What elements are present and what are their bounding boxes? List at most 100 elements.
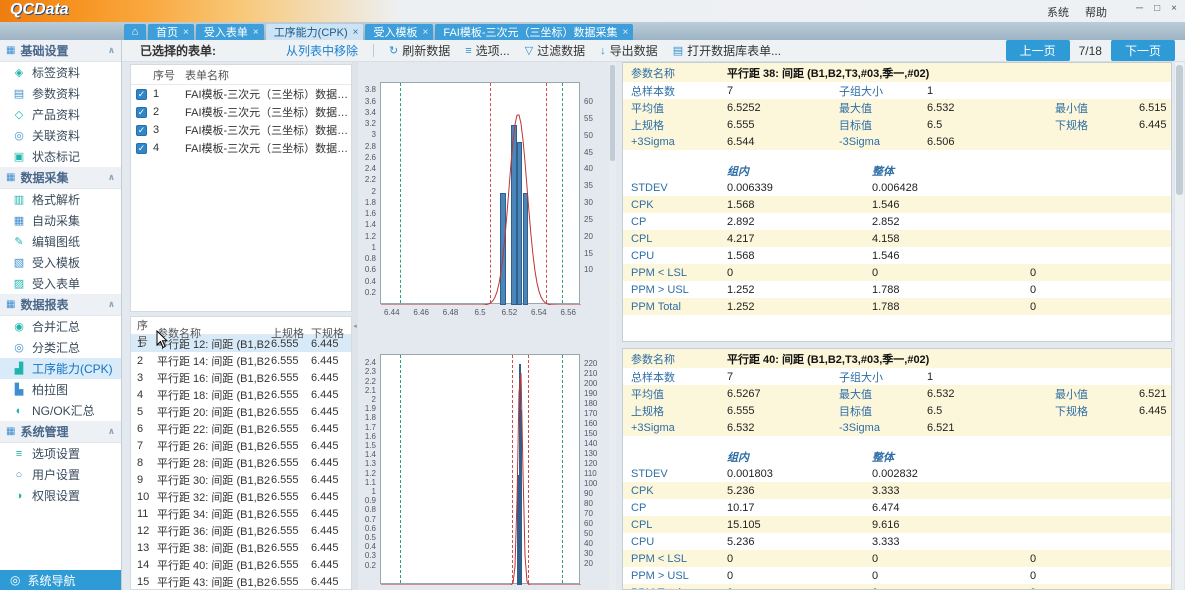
sidebar-item-status[interactable]: ▣状态标记 [0, 146, 121, 167]
stat-value-overall: 2.852 [872, 216, 1030, 228]
param-row[interactable]: 12平行距 36: 间距 (B1,B2,T3...6.5556.445 [131, 522, 351, 539]
sidebar-item-ngok[interactable]: ◐NG/OK汇总 [0, 400, 121, 421]
form-row[interactable]: ✓1FAI模板-三次元（三坐标）数据采集07061500 [131, 85, 351, 103]
sidebar-item-label: 工序能力(CPK) [32, 360, 113, 377]
form-row[interactable]: ✓2FAI模板-三次元（三坐标）数据采集07061440 [131, 103, 351, 121]
checkbox[interactable]: ✓ [136, 89, 147, 100]
sidebar-item-classify[interactable]: ◎分类汇总 [0, 337, 121, 358]
menu-system[interactable]: 系统 [1047, 4, 1069, 20]
sidebar-item-edit-drawing[interactable]: ✎编辑图纸 [0, 231, 121, 252]
param-row[interactable]: 14平行距 40: 间距 (B1,B2,T3...6.5556.445 [131, 556, 351, 573]
remove-from-list-link[interactable]: 从列表中移除 [286, 42, 358, 59]
param-row[interactable]: 2平行距 14: 间距 (B1,B2,T3...6.5556.445 [131, 352, 351, 369]
stat-label: 平均值 [631, 386, 727, 402]
toolbar-button-export[interactable]: ↓导出数据 [600, 42, 658, 59]
stats-row: PPM Total1.2521.7880 [623, 298, 1171, 315]
param-row[interactable]: 10平行距 32: 间距 (B1,B2,T3...6.5556.445 [131, 488, 351, 505]
y-axis-tick-left: 2.2 [362, 176, 376, 184]
toolbar-button-filter[interactable]: ▽过滤数据 [525, 42, 585, 59]
stat-value-within: 0.006339 [727, 182, 872, 194]
y-axis-tick-left: 3 [362, 131, 376, 139]
sidebar-item-merge[interactable]: ◉合并汇总 [0, 316, 121, 337]
collapse-icon[interactable]: ∧ [108, 45, 115, 56]
sidebar-item-product[interactable]: ◇产品资料 [0, 104, 121, 125]
open-database-icon: ▤ [673, 44, 683, 57]
sidebar-item-format[interactable]: ▥格式解析 [0, 189, 121, 210]
param-row[interactable]: 15平行距 43: 间距 (B1,B2,T3...6.5556.445 [131, 573, 351, 590]
toolbar-button-open-database[interactable]: ▤打开数据库表单... [673, 42, 781, 59]
collapse-icon[interactable]: ∧ [108, 426, 115, 437]
sidebar-item-form[interactable]: ▨受入表单 [0, 273, 121, 294]
param-row[interactable]: 6平行距 22: 间距 (B1,B2,T3...6.5556.445 [131, 420, 351, 437]
param-row[interactable]: 4平行距 18: 间距 (B1,B2,T3...6.5556.445 [131, 386, 351, 403]
sidebar-footer-label: 系统导航 [27, 572, 75, 589]
sidebar-item-template[interactable]: ▧受入模板 [0, 252, 121, 273]
menu-help[interactable]: 帮助 [1085, 4, 1107, 20]
template-icon: ▧ [13, 256, 25, 269]
tab-2[interactable]: 工序能力(CPK)× [266, 24, 364, 40]
form-row-name: FAI模板-三次元（三坐标）数据采集07061440 [185, 104, 351, 120]
refresh-icon: ↻ [389, 44, 398, 57]
sidebar-item-relation[interactable]: ◎关联资料 [0, 125, 121, 146]
next-page-button[interactable]: 下一页 [1111, 40, 1175, 61]
minimize-icon[interactable]: ─ [1136, 3, 1143, 14]
tab-close-icon[interactable]: × [353, 27, 359, 38]
param-row[interactable]: 13平行距 38: 间距 (B1,B2,T3...6.5556.445 [131, 539, 351, 556]
sidebar-item-permission[interactable]: ◑权限设置 [0, 485, 121, 506]
param-row[interactable]: 5平行距 20: 间距 (B1,B2,T3...6.5556.445 [131, 403, 351, 420]
sidebar-item-pareto[interactable]: ▙柏拉图 [0, 379, 121, 400]
stat-label: CPL [631, 233, 727, 245]
collapse-icon[interactable]: ∧ [108, 172, 115, 183]
param-row[interactable]: 9平行距 30: 间距 (B1,B2,T3...6.5556.445 [131, 471, 351, 488]
prev-page-button[interactable]: 上一页 [1006, 40, 1070, 61]
sidebar-section-header[interactable]: ▦基础设置∧ [0, 40, 121, 62]
checkbox[interactable]: ✓ [136, 125, 147, 136]
tab-close-icon[interactable]: × [253, 27, 259, 38]
tab-close-icon[interactable]: × [623, 27, 629, 38]
checkbox[interactable]: ✓ [136, 143, 147, 154]
sidebar-item-tag[interactable]: ◈标签资料 [0, 62, 121, 83]
form-row[interactable]: ✓3FAI模板-三次元（三坐标）数据采集07051800 [131, 121, 351, 139]
sidebar-item-cpk[interactable]: ▟ 工序能力(CPK) [0, 358, 121, 379]
y-axis-tick-right: 80 [584, 500, 593, 508]
home-tab[interactable]: ⌂ [124, 24, 146, 40]
param-row[interactable]: 7平行距 26: 间距 (B1,B2,T3...6.5556.445 [131, 437, 351, 454]
toolbar-button-refresh[interactable]: ↻刷新数据 [389, 42, 450, 59]
sidebar-section-header[interactable]: ▦系统管理∧ [0, 421, 121, 443]
charts-scrollbar-thumb[interactable] [610, 65, 615, 161]
param-row-lsl: 6.445 [311, 491, 351, 503]
tab-close-icon[interactable]: × [422, 27, 428, 38]
toolbar-button-options[interactable]: ≡选项... [465, 42, 509, 59]
param-row[interactable]: 8平行距 28: 间距 (B1,B2,T3...6.5556.445 [131, 454, 351, 471]
sidebar-item-auto-collect[interactable]: ▦自动采集 [0, 210, 121, 231]
charts-scrollbar[interactable] [609, 62, 616, 590]
toolbar: 已选择的表单: 从列表中移除 ↻刷新数据≡选项...▽过滤数据↓导出数据▤打开数… [122, 40, 1185, 62]
format-icon: ▥ [13, 193, 25, 206]
stat-label: 子组大小 [839, 83, 927, 99]
param-row[interactable]: 11平行距 34: 间距 (B1,B2,T3...6.5556.445 [131, 505, 351, 522]
sidebar-section-header[interactable]: ▦数据报表∧ [0, 294, 121, 316]
close-icon[interactable]: × [1171, 3, 1177, 14]
vertical-scrollbar-thumb[interactable] [1176, 65, 1183, 195]
cpk-icon: ▟ [13, 362, 25, 375]
param-row[interactable]: 3平行距 16: 间距 (B1,B2,T3...6.5556.445 [131, 369, 351, 386]
stats-info-row: 平均值6.5267最大值6.532最小值6.521 [623, 385, 1171, 402]
tab-1[interactable]: 受入表单× [196, 24, 264, 40]
tab-close-icon[interactable]: × [183, 27, 189, 38]
sidebar-section-header[interactable]: ▦数据采集∧ [0, 167, 121, 189]
form-row[interactable]: ✓4FAI模板-三次元（三坐标）数据采集07051705 [131, 139, 351, 157]
y-axis-tick-left: 2 [362, 396, 376, 404]
sidebar-item-option[interactable]: ≡选项设置 [0, 443, 121, 464]
sidebar: ▦基础设置∧◈标签资料▤参数资料◇产品资料◎关联资料▣状态标记▦数据采集∧▥格式… [0, 40, 122, 590]
tab-0[interactable]: 首页× [148, 24, 194, 40]
checkbox[interactable]: ✓ [136, 107, 147, 118]
sidebar-item-parameter[interactable]: ▤参数资料 [0, 83, 121, 104]
maximize-icon[interactable]: □ [1154, 3, 1160, 14]
sidebar-item-user[interactable]: ○用户设置 [0, 464, 121, 485]
tab-4[interactable]: FAI模板-三次元（三坐标）数据采集× [435, 24, 633, 40]
stat-value: 6.532 [927, 102, 1055, 114]
sidebar-item-system-navigation[interactable]: ◎ 系统导航 [0, 570, 121, 590]
vertical-scrollbar[interactable] [1174, 62, 1184, 590]
tab-3[interactable]: 受入模板× [365, 24, 433, 40]
collapse-icon[interactable]: ∧ [108, 299, 115, 310]
